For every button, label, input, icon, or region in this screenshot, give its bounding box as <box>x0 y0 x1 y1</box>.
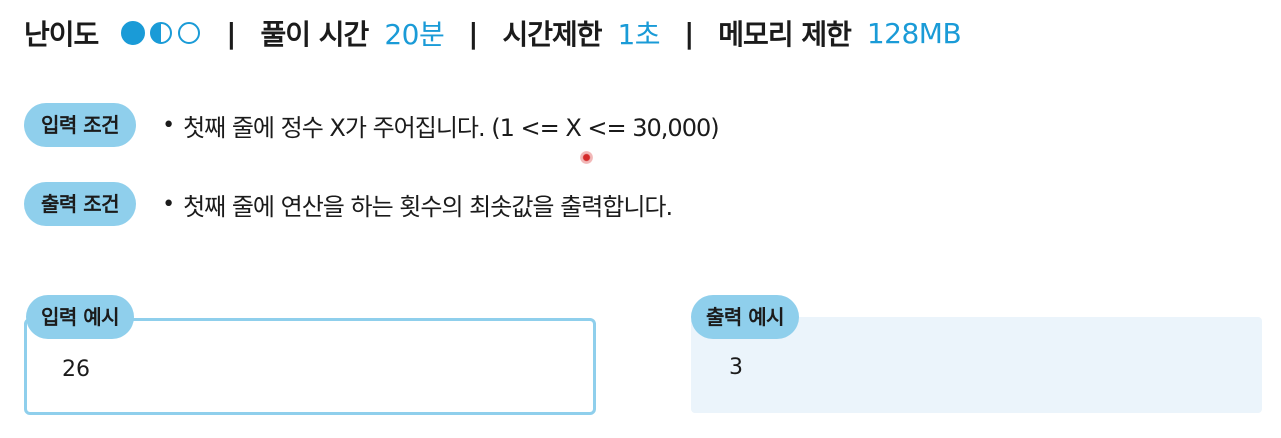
bullet-icon: • <box>162 112 176 138</box>
header-separator: | <box>468 16 479 50</box>
time-limit-label: 시간제한 <box>502 18 602 51</box>
input-condition-badge: 입력 조건 <box>24 103 137 147</box>
input-condition-row: 입력 조건 • 첫째 줄에 정수 X가 주어집니다. (1 <= X <= 30… <box>24 103 720 147</box>
input-condition-text: 첫째 줄에 정수 X가 주어집니다. (1 <= X <= 30,000) <box>183 113 720 142</box>
header-separator: | <box>684 16 695 50</box>
difficulty-full-circle-icon <box>121 21 146 45</box>
output-condition-row: 출력 조건 • 첫째 줄에 연산을 하는 횟수의 최솟값을 출력합니다. <box>24 182 673 226</box>
output-condition-text: 첫째 줄에 연산을 하는 횟수의 최솟값을 출력합니다. <box>183 192 673 221</box>
time-limit-value: 1초 <box>617 18 661 51</box>
memory-limit-value: 128MB <box>866 16 962 50</box>
problem-meta-header: 난이도 | 풀이 시간 20분 | 시간제한 1초 | 메모리 제한 128MB <box>24 10 962 56</box>
solve-time-value: 20분 <box>384 18 445 51</box>
memory-limit-label: 메모리 제한 <box>718 18 852 51</box>
difficulty-label: 난이도 <box>24 18 99 51</box>
input-example-value: 26 <box>62 357 90 382</box>
header-separator: | <box>226 16 237 50</box>
mouse-cursor-indicator-icon <box>580 151 593 164</box>
difficulty-empty-circle-icon <box>178 22 201 44</box>
output-condition-badge: 출력 조건 <box>24 182 137 226</box>
difficulty-rating <box>120 20 202 46</box>
output-example-value: 3 <box>729 355 743 380</box>
solve-time-label: 풀이 시간 <box>260 18 370 51</box>
output-example-label: 출력 예시 <box>691 295 800 339</box>
bullet-icon: • <box>162 191 176 217</box>
input-example-label: 입력 예시 <box>26 295 135 339</box>
difficulty-half-circle-icon <box>150 22 173 44</box>
